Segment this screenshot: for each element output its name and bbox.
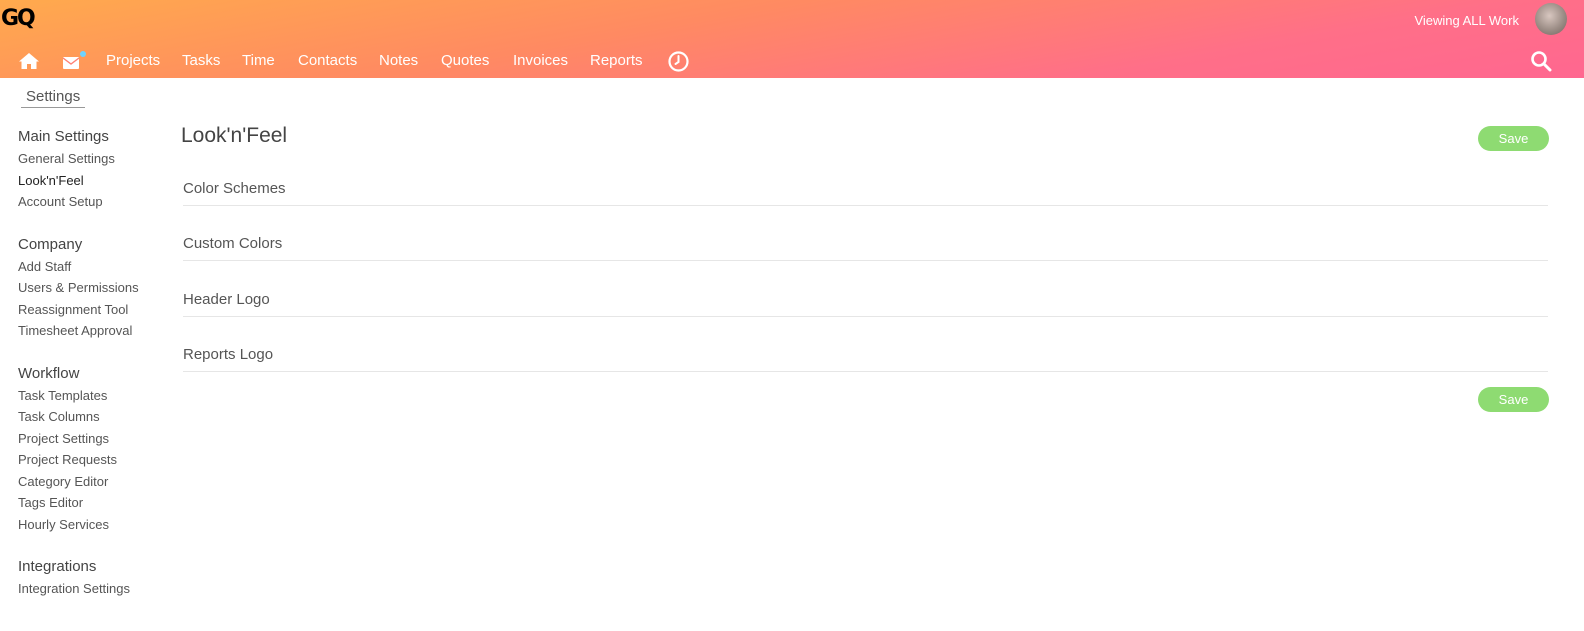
sidebar-heading: Workflow: [18, 364, 80, 382]
sidebar-item-account-setup[interactable]: Account Setup: [18, 191, 168, 213]
sidebar-item-hourly-services[interactable]: Hourly Services: [18, 514, 168, 536]
sidebar-group-integrations: Integrations Integration Settings: [18, 556, 168, 600]
nav-reports[interactable]: Reports: [590, 52, 643, 69]
nav-quotes[interactable]: Quotes: [441, 52, 489, 69]
section-label: Custom Colors: [183, 235, 283, 252]
sidebar-heading: Company: [18, 235, 83, 253]
nav-invoices[interactable]: Invoices: [513, 52, 568, 69]
nav-contacts[interactable]: Contacts: [298, 52, 357, 69]
nav-tasks[interactable]: Tasks: [182, 52, 220, 69]
viewing-scope-label[interactable]: Viewing ALL Work: [1414, 13, 1519, 28]
section-color-schemes[interactable]: Color Schemes: [183, 176, 1548, 206]
section-label: Color Schemes: [183, 180, 286, 197]
sidebar-item-look-n-feel[interactable]: Look'n'Feel: [18, 170, 168, 192]
sidebar-group-main-settings: Main Settings General Settings Look'n'Fe…: [18, 126, 168, 213]
sidebar-item-users-permissions[interactable]: Users & Permissions: [18, 277, 168, 299]
search-icon[interactable]: [1530, 50, 1552, 72]
sidebar-item-reassignment-tool[interactable]: Reassignment Tool: [18, 299, 168, 321]
section-header-logo[interactable]: Header Logo: [183, 287, 1548, 317]
sidebar-item-project-settings[interactable]: Project Settings: [18, 428, 168, 450]
sidebar-item-tags-editor[interactable]: Tags Editor: [18, 492, 168, 514]
breadcrumb[interactable]: Settings: [21, 88, 86, 108]
section-label: Header Logo: [183, 291, 270, 308]
sidebar-item-task-columns[interactable]: Task Columns: [18, 406, 168, 428]
section-reports-logo[interactable]: Reports Logo: [183, 342, 1548, 372]
home-icon[interactable]: [18, 52, 40, 70]
sidebar-item-task-templates[interactable]: Task Templates: [18, 385, 168, 407]
nav-time[interactable]: Time: [242, 52, 275, 69]
settings-sidebar: Main Settings General Settings Look'n'Fe…: [18, 126, 168, 621]
sidebar-heading: Integrations: [18, 558, 97, 575]
sidebar-heading: Main Settings: [18, 128, 109, 145]
avatar[interactable]: [1535, 3, 1567, 35]
sidebar-item-category-editor[interactable]: Category Editor: [18, 471, 168, 493]
mail-icon[interactable]: [62, 51, 86, 71]
sidebar-group-workflow: Workflow Task Templates Task Columns Pro…: [18, 363, 168, 536]
section-custom-colors[interactable]: Custom Colors: [183, 231, 1548, 261]
brand-logo[interactable]: GQ: [1, 6, 36, 31]
section-label: Reports Logo: [183, 346, 274, 363]
top-header: GQ Viewing ALL Work Projects Tasks Time …: [0, 0, 1584, 78]
sidebar-item-add-staff[interactable]: Add Staff: [18, 256, 168, 278]
sidebar-item-general-settings[interactable]: General Settings: [18, 148, 168, 170]
nav-notes[interactable]: Notes: [379, 52, 418, 69]
sidebar-item-integration-settings[interactable]: Integration Settings: [18, 578, 168, 600]
nav-projects[interactable]: Projects: [106, 52, 160, 69]
main-nav: Projects Tasks Time Contacts Notes Quote…: [0, 44, 1584, 78]
clock-icon[interactable]: [668, 51, 689, 72]
sidebar-item-timesheet-approval[interactable]: Timesheet Approval: [18, 320, 168, 342]
sidebar-group-company: Company Add Staff Users & Permissions Re…: [18, 234, 168, 342]
page-title: Look'n'Feel: [181, 124, 288, 147]
notification-dot: [80, 51, 86, 57]
save-button-top[interactable]: Save: [1478, 126, 1549, 151]
save-button-bottom[interactable]: Save: [1478, 387, 1549, 412]
sidebar-item-project-requests[interactable]: Project Requests: [18, 449, 168, 471]
